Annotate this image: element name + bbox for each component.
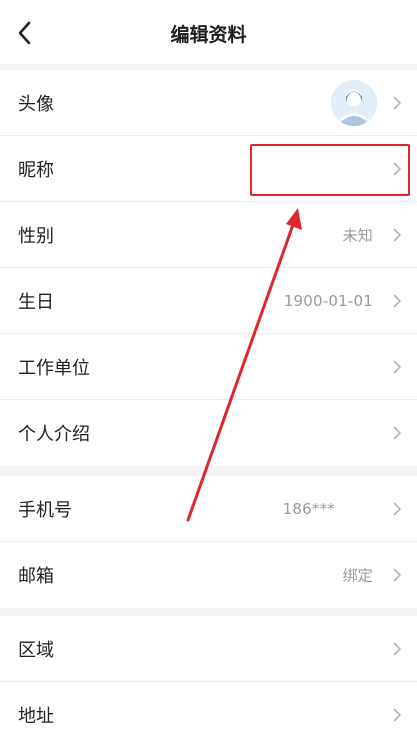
row-employer[interactable]: 工作单位: [0, 334, 417, 400]
row-label: 区域: [18, 639, 54, 661]
chevron-right-icon: [393, 293, 402, 308]
row-label: 头像: [18, 93, 54, 115]
chevron-right-icon: [393, 708, 402, 722]
row-bio[interactable]: 个人介绍: [0, 400, 417, 466]
chevron-right-icon: [393, 359, 402, 374]
row-label: 昵称: [18, 159, 54, 181]
page-title: 编辑资料: [170, 24, 247, 46]
location-group: 区域 地址: [0, 616, 417, 748]
row-value: 绑定: [342, 566, 373, 585]
row-value: 未知: [342, 226, 373, 244]
chevron-right-icon: [393, 95, 402, 110]
annotation-highlight-box: [250, 144, 410, 196]
row-label: 性别: [18, 225, 54, 247]
row-label: 手机号: [18, 499, 72, 521]
row-address[interactable]: 地址: [0, 682, 417, 748]
row-label: 地址: [18, 706, 54, 727]
row-region[interactable]: 区域: [0, 616, 417, 682]
row-avatar[interactable]: 头像: [0, 70, 417, 136]
row-value: 1900-01-01: [283, 291, 373, 310]
chevron-right-icon: [393, 426, 402, 440]
row-label: 生日: [18, 291, 54, 313]
row-label: 工作单位: [18, 357, 90, 379]
avatar[interactable]: [331, 79, 377, 126]
row-birthday[interactable]: 生日 1900-01-01: [0, 268, 417, 334]
chevron-right-icon: [393, 501, 402, 516]
row-phone[interactable]: 手机号 186***: [0, 476, 417, 542]
row-label: 个人介绍: [18, 424, 90, 445]
profile-basic-group: 头像 昵称 性别 未知 生日 1900-01-01 工作单位 个人介绍: [0, 70, 417, 466]
chevron-right-icon: [393, 568, 402, 582]
chevron-right-icon: [393, 641, 402, 656]
contact-group: 手机号 186*** 邮箱 绑定: [0, 476, 417, 608]
row-value: 186***: [282, 499, 335, 518]
top-bar: 编辑资料: [0, 0, 417, 64]
chevron-right-icon: [393, 227, 402, 242]
row-gender[interactable]: 性别 未知: [0, 202, 417, 268]
user-avatar-icon: [331, 79, 377, 126]
row-email[interactable]: 邮箱 绑定: [0, 542, 417, 608]
row-label: 邮箱: [18, 566, 54, 587]
